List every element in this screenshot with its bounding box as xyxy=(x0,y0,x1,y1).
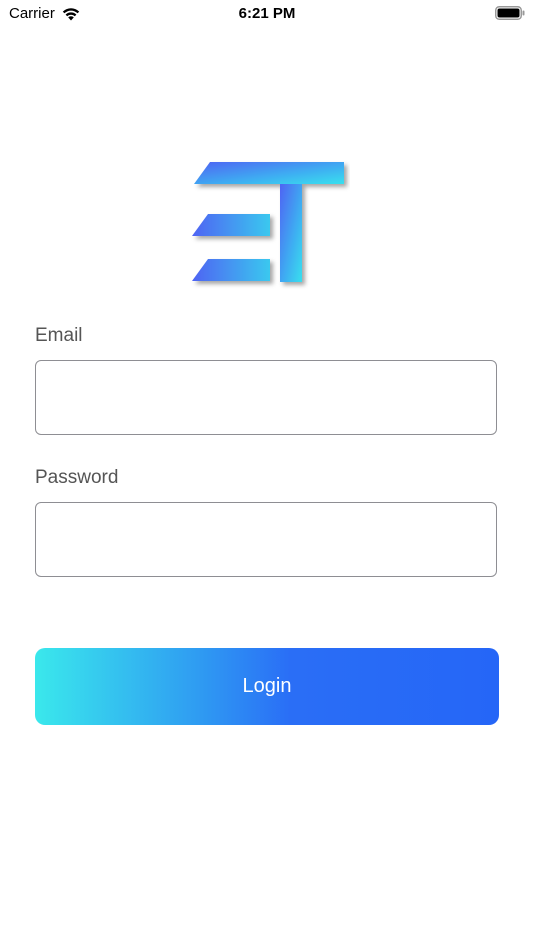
password-label: Password xyxy=(35,467,119,488)
battery-full-icon xyxy=(495,6,525,20)
status-bar: Carrier 6:21 PM xyxy=(0,0,534,30)
login-button[interactable]: Login xyxy=(35,648,499,725)
password-field[interactable] xyxy=(35,502,497,577)
email-label: Email xyxy=(35,325,83,346)
status-time: 6:21 PM xyxy=(238,5,296,22)
email-field[interactable] xyxy=(35,360,497,435)
et-logo xyxy=(192,162,344,282)
